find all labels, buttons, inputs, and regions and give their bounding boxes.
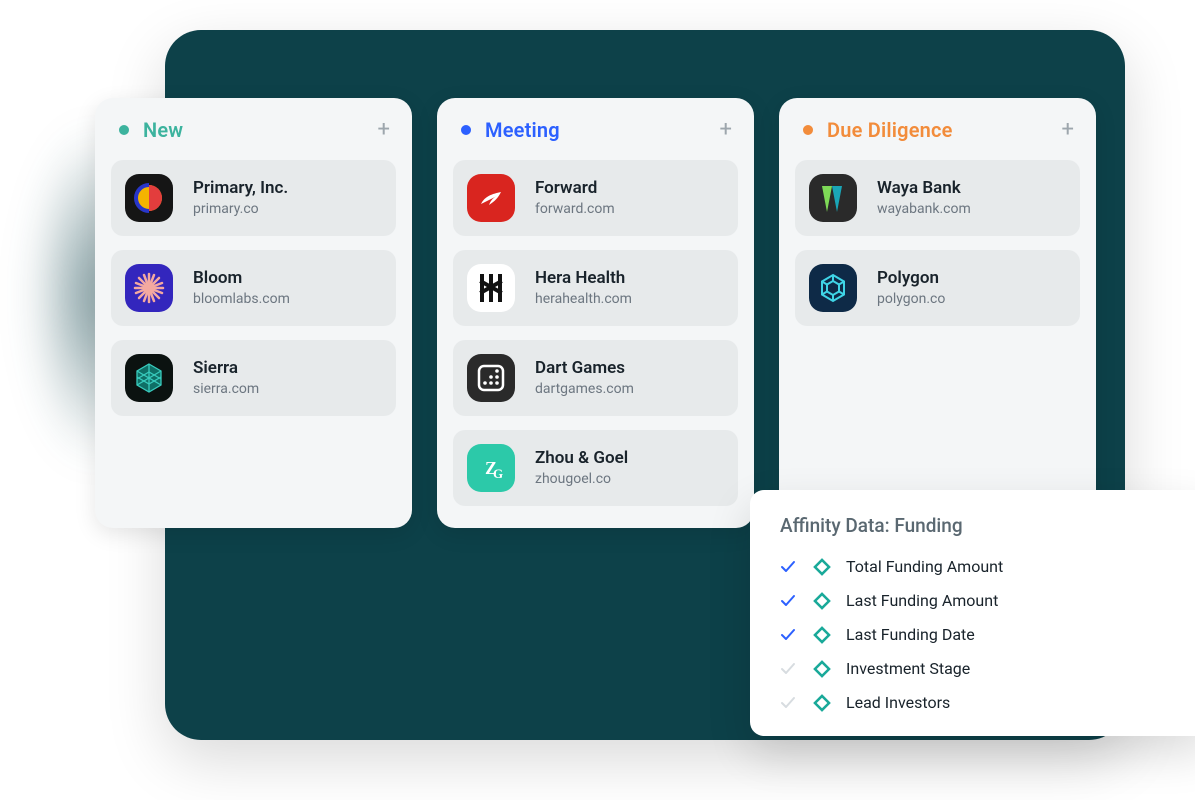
company-domain: zhougoel.co bbox=[535, 471, 628, 489]
card-text: Polygon polygon.co bbox=[877, 268, 945, 309]
affinity-data-panel: Affinity Data: Funding Total Funding Amo… bbox=[750, 490, 1195, 736]
card-text: Sierra sierra.com bbox=[193, 358, 259, 399]
card-text: Primary, Inc. primary.co bbox=[193, 178, 288, 219]
column-header: New + bbox=[111, 114, 396, 160]
column-title-wrap: Due Diligence bbox=[803, 118, 953, 142]
company-logo-bloom bbox=[125, 264, 173, 312]
column-title: Meeting bbox=[485, 118, 560, 142]
diamond-icon bbox=[813, 660, 831, 678]
status-dot bbox=[803, 125, 813, 135]
check-icon bbox=[780, 661, 798, 677]
add-card-button[interactable]: + bbox=[1062, 119, 1074, 141]
company-domain: herahealth.com bbox=[535, 291, 632, 309]
column-header: Due Diligence + bbox=[795, 114, 1080, 160]
affinity-item[interactable]: Last Funding Amount bbox=[780, 591, 1180, 610]
status-dot bbox=[461, 125, 471, 135]
diamond-icon bbox=[813, 592, 831, 610]
company-card[interactable]: Bloom bloomlabs.com bbox=[111, 250, 396, 326]
company-domain: polygon.co bbox=[877, 291, 945, 309]
add-card-button[interactable]: + bbox=[378, 119, 390, 141]
affinity-item-label: Last Funding Date bbox=[846, 625, 975, 644]
company-logo-polygon bbox=[809, 264, 857, 312]
company-name: Forward bbox=[535, 178, 615, 199]
card-text: Bloom bloomlabs.com bbox=[193, 268, 290, 309]
diamond-icon bbox=[813, 558, 831, 576]
company-name: Sierra bbox=[193, 358, 259, 379]
affinity-item[interactable]: Total Funding Amount bbox=[780, 557, 1180, 576]
company-domain: forward.com bbox=[535, 201, 615, 219]
status-dot bbox=[119, 125, 129, 135]
company-domain: primary.co bbox=[193, 201, 288, 219]
company-name: Primary, Inc. bbox=[193, 178, 288, 199]
company-logo-dart bbox=[467, 354, 515, 402]
card-text: Dart Games dartgames.com bbox=[535, 358, 634, 399]
company-logo-forward bbox=[467, 174, 515, 222]
company-name: Zhou & Goel bbox=[535, 448, 628, 469]
column-title-wrap: New bbox=[119, 118, 183, 142]
kanban-column-meeting: Meeting + Forward forward.com bbox=[437, 98, 754, 528]
company-domain: bloomlabs.com bbox=[193, 291, 290, 309]
company-domain: dartgames.com bbox=[535, 381, 634, 399]
check-icon bbox=[780, 627, 798, 643]
company-logo-hera bbox=[467, 264, 515, 312]
add-card-button[interactable]: + bbox=[720, 119, 732, 141]
company-name: Waya Bank bbox=[877, 178, 971, 199]
card-text: Hera Health herahealth.com bbox=[535, 268, 632, 309]
affinity-item-label: Total Funding Amount bbox=[846, 557, 1003, 576]
check-icon bbox=[780, 593, 798, 609]
company-card[interactable]: Hera Health herahealth.com bbox=[453, 250, 738, 326]
column-title-wrap: Meeting bbox=[461, 118, 560, 142]
company-name: Bloom bbox=[193, 268, 290, 289]
company-domain: sierra.com bbox=[193, 381, 259, 399]
company-logo-zhou: Z G bbox=[467, 444, 515, 492]
company-name: Dart Games bbox=[535, 358, 634, 379]
affinity-item-label: Last Funding Amount bbox=[846, 591, 998, 610]
affinity-title: Affinity Data: Funding bbox=[780, 514, 1180, 537]
company-card[interactable]: Waya Bank wayabank.com bbox=[795, 160, 1080, 236]
kanban-board: New + Primary, Inc. primary.co bbox=[95, 98, 1096, 528]
card-text: Forward forward.com bbox=[535, 178, 615, 219]
company-card[interactable]: Forward forward.com bbox=[453, 160, 738, 236]
check-icon bbox=[780, 695, 798, 711]
card-text: Zhou & Goel zhougoel.co bbox=[535, 448, 628, 489]
column-title: New bbox=[143, 118, 183, 142]
kanban-column-due-diligence: Due Diligence + Waya Bank wayabank.com bbox=[779, 98, 1096, 528]
affinity-item[interactable]: Lead Investors bbox=[780, 693, 1180, 712]
company-logo-primary bbox=[125, 174, 173, 222]
diamond-icon bbox=[813, 694, 831, 712]
affinity-item-label: Lead Investors bbox=[846, 693, 950, 712]
company-name: Polygon bbox=[877, 268, 945, 289]
affinity-item-label: Investment Stage bbox=[846, 659, 970, 678]
company-logo-sierra bbox=[125, 354, 173, 402]
company-card[interactable]: Polygon polygon.co bbox=[795, 250, 1080, 326]
kanban-column-new: New + Primary, Inc. primary.co bbox=[95, 98, 412, 528]
company-card[interactable]: Dart Games dartgames.com bbox=[453, 340, 738, 416]
check-icon bbox=[780, 559, 798, 575]
affinity-item[interactable]: Last Funding Date bbox=[780, 625, 1180, 644]
company-domain: wayabank.com bbox=[877, 201, 971, 219]
svg-text:G: G bbox=[493, 466, 503, 481]
affinity-item[interactable]: Investment Stage bbox=[780, 659, 1180, 678]
company-logo-waya bbox=[809, 174, 857, 222]
column-header: Meeting + bbox=[453, 114, 738, 160]
company-card[interactable]: Z G Zhou & Goel zhougoel.co bbox=[453, 430, 738, 506]
company-card[interactable]: Sierra sierra.com bbox=[111, 340, 396, 416]
diamond-icon bbox=[813, 626, 831, 644]
company-name: Hera Health bbox=[535, 268, 632, 289]
column-title: Due Diligence bbox=[827, 118, 953, 142]
company-card[interactable]: Primary, Inc. primary.co bbox=[111, 160, 396, 236]
card-text: Waya Bank wayabank.com bbox=[877, 178, 971, 219]
